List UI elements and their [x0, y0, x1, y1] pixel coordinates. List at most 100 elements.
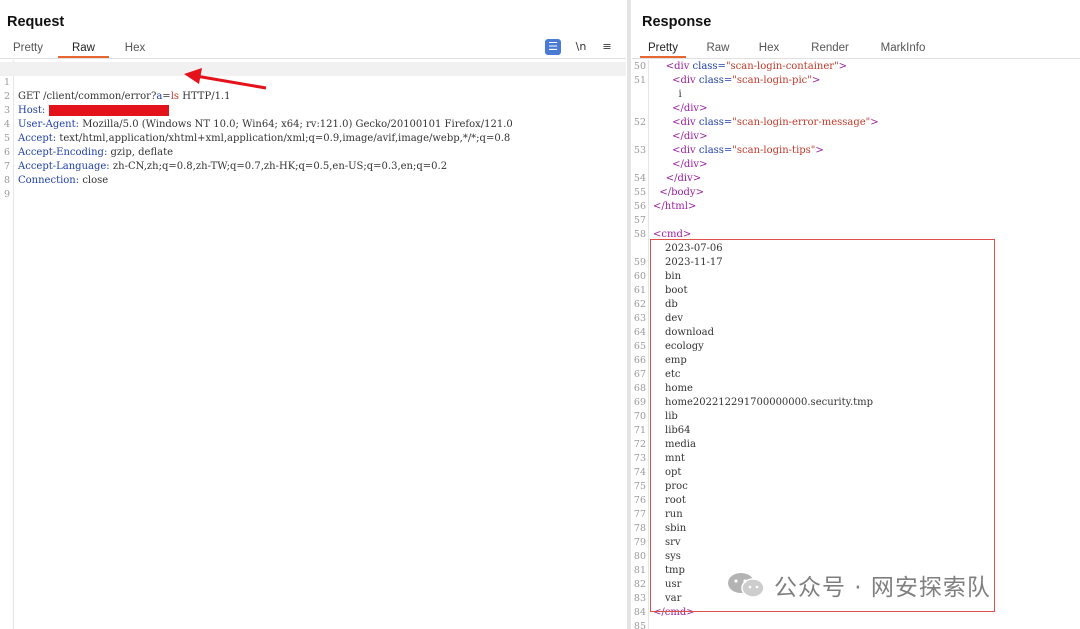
response-line: i [632, 88, 1080, 102]
code-token: > [870, 117, 879, 128]
line-number: 54 [633, 173, 646, 184]
line-number: 9 [3, 189, 10, 200]
request-editor[interactable]: 1 GET /client/common/error?a=ls HTTP/1.1… [0, 60, 626, 629]
line-number: 68 [633, 383, 646, 394]
line-number: 53 [633, 145, 646, 156]
line-number: 66 [633, 355, 646, 366]
highlight-box [650, 239, 995, 612]
code-token: </body> [659, 187, 704, 198]
response-line: 51 <div class="scan-login-pic"> [632, 74, 1080, 88]
code-token: "scan-login-container" [725, 61, 839, 72]
code-token: </div> [653, 102, 707, 116]
request-line: 8 [0, 160, 626, 186]
response-line: 52 <div class="scan-login-error-message"… [632, 116, 1080, 130]
response-line: 57 [632, 214, 1080, 228]
code-token: </html> [653, 200, 696, 214]
line-number: 52 [633, 117, 646, 128]
line-number: 84 [633, 607, 646, 618]
request-line: 4 Accept: text/html,application/xhtml+xm… [0, 104, 626, 144]
code-token: </div> [672, 103, 708, 114]
line-number: 69 [633, 397, 646, 408]
line-number: 80 [633, 551, 646, 562]
code-token: <div [672, 145, 699, 156]
request-line: 3 User-Agent: Mozilla/5.0 (Windows NT 10… [0, 90, 626, 130]
line-number: 71 [633, 425, 646, 436]
tab-hex[interactable]: Hex [117, 40, 153, 58]
line-number: 62 [633, 299, 646, 310]
response-line: 50 <div class="scan-login-container"> [632, 60, 1080, 74]
code-token: > [838, 61, 848, 72]
response-line: </div> [632, 130, 1080, 144]
code-token: class= [698, 145, 733, 156]
request-line: 6 Accept-Language: zh-CN,zh;q=0.8,zh-TW;… [0, 132, 626, 172]
code-token: "scan-login-error-message" [732, 117, 871, 128]
request-line: 7 Connection: close [0, 146, 626, 186]
code-token: <div class="scan-login-pic"> [653, 74, 820, 88]
code-token: <div class="scan-login-container"> [653, 60, 847, 74]
line-number: 65 [633, 341, 646, 352]
tab-markinfo[interactable]: MarkInfo [874, 40, 932, 58]
line-number: 50 [633, 61, 646, 72]
line-number: 78 [633, 523, 646, 534]
line-number: 72 [633, 439, 646, 450]
code-token: </div> [653, 172, 701, 186]
line-number: 64 [633, 327, 646, 338]
response-line: 54 </div> [632, 172, 1080, 186]
tab-render[interactable]: Render [806, 40, 854, 58]
request-pane: Request Pretty Raw Hex ☰ \n ≡ 1 GET /cli… [0, 0, 626, 629]
code-token: <div [672, 117, 699, 128]
tab-pretty[interactable]: Pretty [640, 40, 686, 58]
line-number: 51 [633, 75, 646, 86]
line-number: 60 [633, 271, 646, 282]
tab-pretty[interactable]: Pretty [8, 40, 48, 58]
request-title: Request [7, 14, 65, 30]
line-number: 63 [633, 313, 646, 324]
line-number: 58 [633, 229, 646, 240]
tab-raw[interactable]: Raw [58, 40, 109, 58]
code-token: </div> [653, 130, 707, 144]
wrap-lines-icon[interactable]: ☰ [545, 39, 561, 55]
line-number: 77 [633, 509, 646, 520]
line-number: 82 [633, 579, 646, 590]
code-token: i [653, 88, 681, 102]
code-token: </div> [653, 158, 707, 172]
pane-splitter[interactable] [627, 0, 631, 629]
response-line: 56 </html> [632, 200, 1080, 214]
response-line: 53 <div class="scan-login-tips"> [632, 144, 1080, 158]
annotation-arrow-icon [184, 68, 267, 90]
newline-toggle-button[interactable]: \n [573, 39, 589, 55]
line-number: 73 [633, 453, 646, 464]
code-token: </div> [672, 131, 708, 142]
response-title: Response [642, 14, 712, 30]
code-token: <div [665, 61, 693, 72]
code-token: > [811, 75, 821, 86]
menu-icon[interactable]: ≡ [599, 39, 615, 55]
tab-hex[interactable]: Hex [754, 40, 784, 58]
line-number: 57 [633, 215, 646, 226]
code-token: <div [672, 75, 699, 86]
request-line: 9 [0, 174, 626, 200]
response-line: </div> [632, 102, 1080, 116]
code-token: class= [692, 61, 726, 72]
line-number: 85 [633, 621, 646, 629]
code-token: class= [698, 117, 733, 128]
code-token: </div> [672, 159, 708, 170]
line-number: 61 [633, 285, 646, 296]
watermark: 公众号 · 网安探索队 [726, 568, 991, 602]
line-number: 70 [633, 411, 646, 422]
request-line: 5 Accept-Encoding: gzip, deflate [0, 118, 626, 158]
request-line: 2 Host: [0, 76, 626, 116]
line-number: 79 [633, 537, 646, 548]
code-token: </html> [653, 201, 697, 212]
line-number: 74 [633, 467, 646, 478]
code-token: <div class="scan-login-tips"> [653, 144, 824, 158]
line-number: 56 [633, 201, 646, 212]
tab-raw[interactable]: Raw [702, 40, 734, 58]
